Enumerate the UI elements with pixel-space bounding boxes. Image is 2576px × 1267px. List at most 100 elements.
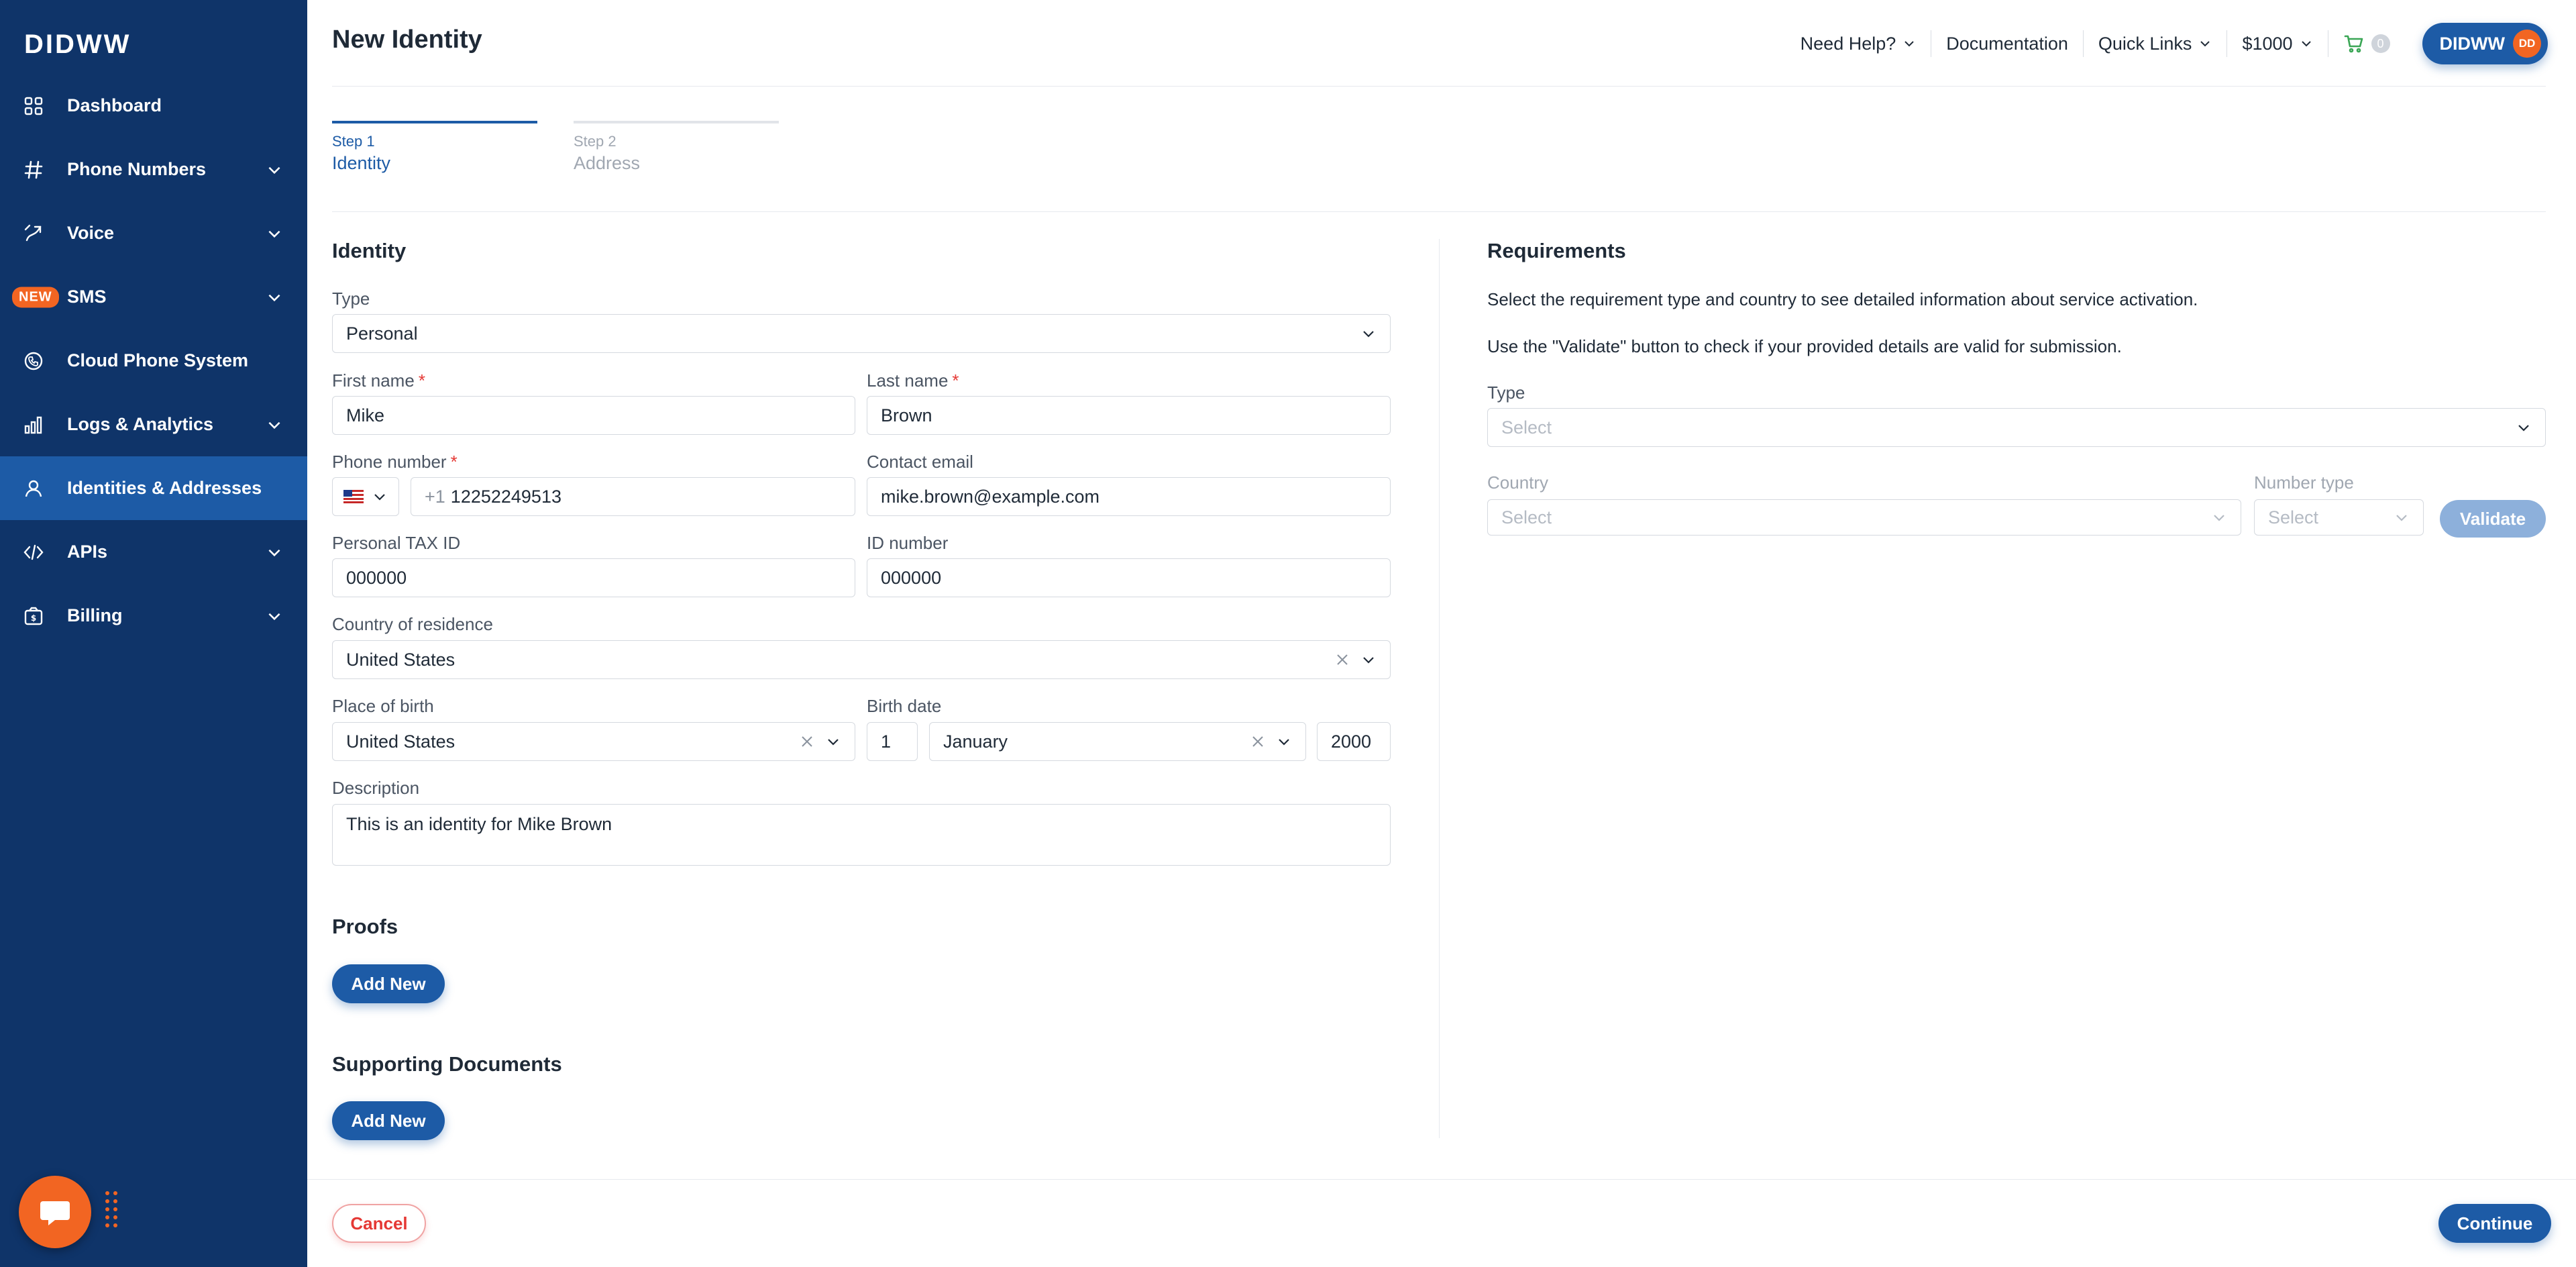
clear-icon[interactable] [800,734,814,749]
country-of-residence-label: Country of residence [332,614,493,634]
required-mark: * [450,452,458,472]
contact-email-value: mike.brown@example.com [881,486,1100,507]
phone-prefix: +1 [425,486,445,507]
chevron-down-icon [2394,509,2410,525]
validate-button[interactable]: Validate [2440,500,2546,538]
chat-launcher-button[interactable] [19,1176,91,1248]
identity-section-title: Identity [332,239,407,262]
step-progress-bar [332,121,537,123]
analytics-icon [23,414,44,436]
chevron-down-icon [2198,37,2212,50]
sidebar-item-identities-addresses[interactable]: Identities & Addresses [0,456,307,520]
personal-tax-id-input[interactable]: 000000 [332,558,855,597]
drag-handle[interactable] [103,1189,119,1229]
first-name-label-text: First name [332,370,415,391]
add-proof-button[interactable]: Add New [332,964,445,1003]
description-textarea[interactable]: This is an identity for Mike Brown [332,804,1391,866]
step-identity[interactable]: Step 1 Identity [332,121,537,174]
user-menu-button[interactable]: DIDWW DD [2422,23,2548,64]
place-of-birth-value: United States [346,731,455,752]
requirement-country-select[interactable]: Select [1487,499,2241,536]
page-title: New Identity [332,26,482,54]
sidebar-item-billing[interactable]: $ Billing [0,584,307,648]
svg-text:$: $ [31,613,36,623]
requirement-type-placeholder: Select [1501,417,1552,438]
sidebar-item-label: Phone Numbers [67,159,207,179]
steps-divider [332,211,2546,212]
last-name-input[interactable]: Brown [867,396,1391,435]
required-mark: * [418,370,425,391]
sidebar-item-phone-numbers[interactable]: Phone Numbers [0,138,307,201]
birth-month-select[interactable]: January [929,722,1306,761]
requirement-type-label: Type [1487,383,1525,403]
contact-email-input[interactable]: mike.brown@example.com [867,477,1391,516]
sidebar-nav: Dashboard Phone Numbers Voice NEW SMS Cl… [0,74,307,648]
sidebar-item-label: SMS [67,287,107,307]
sidebar-item-label: APIs [67,542,108,562]
sidebar-item-label: Voice [67,223,115,243]
documentation-link[interactable]: Documentation [1931,30,2083,57]
clear-icon[interactable] [1250,734,1265,749]
sidebar-item-voice[interactable]: Voice [0,201,307,265]
chevron-down-icon [1360,652,1377,668]
sidebar-item-logs-analytics[interactable]: Logs & Analytics [0,393,307,456]
first-name-input[interactable]: Mike [332,396,855,435]
birth-day-input[interactable]: 1 [867,722,918,761]
required-mark: * [952,370,959,391]
add-supporting-document-button[interactable]: Add New [332,1101,445,1140]
chevron-down-icon [1360,325,1377,342]
phone-number-input[interactable]: +1 12252249513 [411,477,855,516]
type-select[interactable]: Personal [332,314,1391,353]
cart-button[interactable]: 0 [2327,30,2405,57]
description-label: Description [332,778,420,798]
id-number-input[interactable]: 000000 [867,558,1391,597]
place-of-birth-select[interactable]: United States [332,722,855,761]
user-label: DIDWW [2439,33,2505,54]
quick-links-label: Quick Links [2098,33,2192,54]
user-icon [23,478,44,499]
step-address[interactable]: Step 2 Address [574,121,779,174]
sidebar: DIDWW Dashboard Phone Numbers Voice NEW … [0,0,307,1267]
sidebar-item-label: Identities & Addresses [67,478,262,498]
us-flag-icon [343,490,364,503]
footer-divider [307,1179,2576,1180]
requirements-description: Select the requirement type and country … [1487,289,2198,309]
continue-button[interactable]: Continue [2438,1204,2551,1243]
cart-icon [2343,33,2365,54]
logo[interactable]: DIDWW [24,30,131,60]
sidebar-item-label: Billing [67,605,123,625]
clear-icon[interactable] [1335,652,1350,667]
birth-month-value: January [943,731,1008,752]
chevron-down-icon [266,544,283,561]
personal-tax-id-label: Personal TAX ID [332,533,461,553]
chevron-down-icon [266,225,283,242]
last-name-label: Last name * [867,370,959,391]
number-type-select[interactable]: Select [2254,499,2424,536]
birth-date-label: Birth date [867,696,942,716]
sidebar-item-sms[interactable]: NEW SMS [0,265,307,329]
country-of-residence-select[interactable]: United States [332,640,1391,679]
personal-tax-id-value: 000000 [346,567,407,588]
quick-links-menu[interactable]: Quick Links [2082,30,2227,57]
top-bar: Need Help? Documentation Quick Links $10… [1786,21,2548,66]
balance-menu[interactable]: $1000 [2226,30,2327,57]
need-help-label: Need Help? [1800,33,1896,54]
birth-year-input[interactable]: 2000 [1317,722,1391,761]
country-code-select[interactable] [332,477,399,516]
phone-number-label: Phone number * [332,452,458,472]
sidebar-item-cloud-phone-system[interactable]: Cloud Phone System [0,329,307,393]
type-label: Type [332,289,370,309]
chevron-down-icon [1276,733,1292,750]
cancel-button[interactable]: Cancel [332,1204,426,1243]
country-of-residence-value: United States [346,649,455,670]
requirements-validate-hint: Use the "Validate" button to check if yo… [1487,336,2122,356]
need-help-menu[interactable]: Need Help? [1786,30,1931,57]
balance-value: $1000 [2242,33,2293,54]
chevron-down-icon [372,489,388,505]
requirement-type-select[interactable]: Select [1487,408,2546,447]
requirements-section-title: Requirements [1487,239,1626,262]
sidebar-item-apis[interactable]: APIs [0,520,307,584]
sidebar-item-label: Logs & Analytics [67,414,214,434]
sidebar-item-dashboard[interactable]: Dashboard [0,74,307,138]
voice-icon [23,223,44,244]
